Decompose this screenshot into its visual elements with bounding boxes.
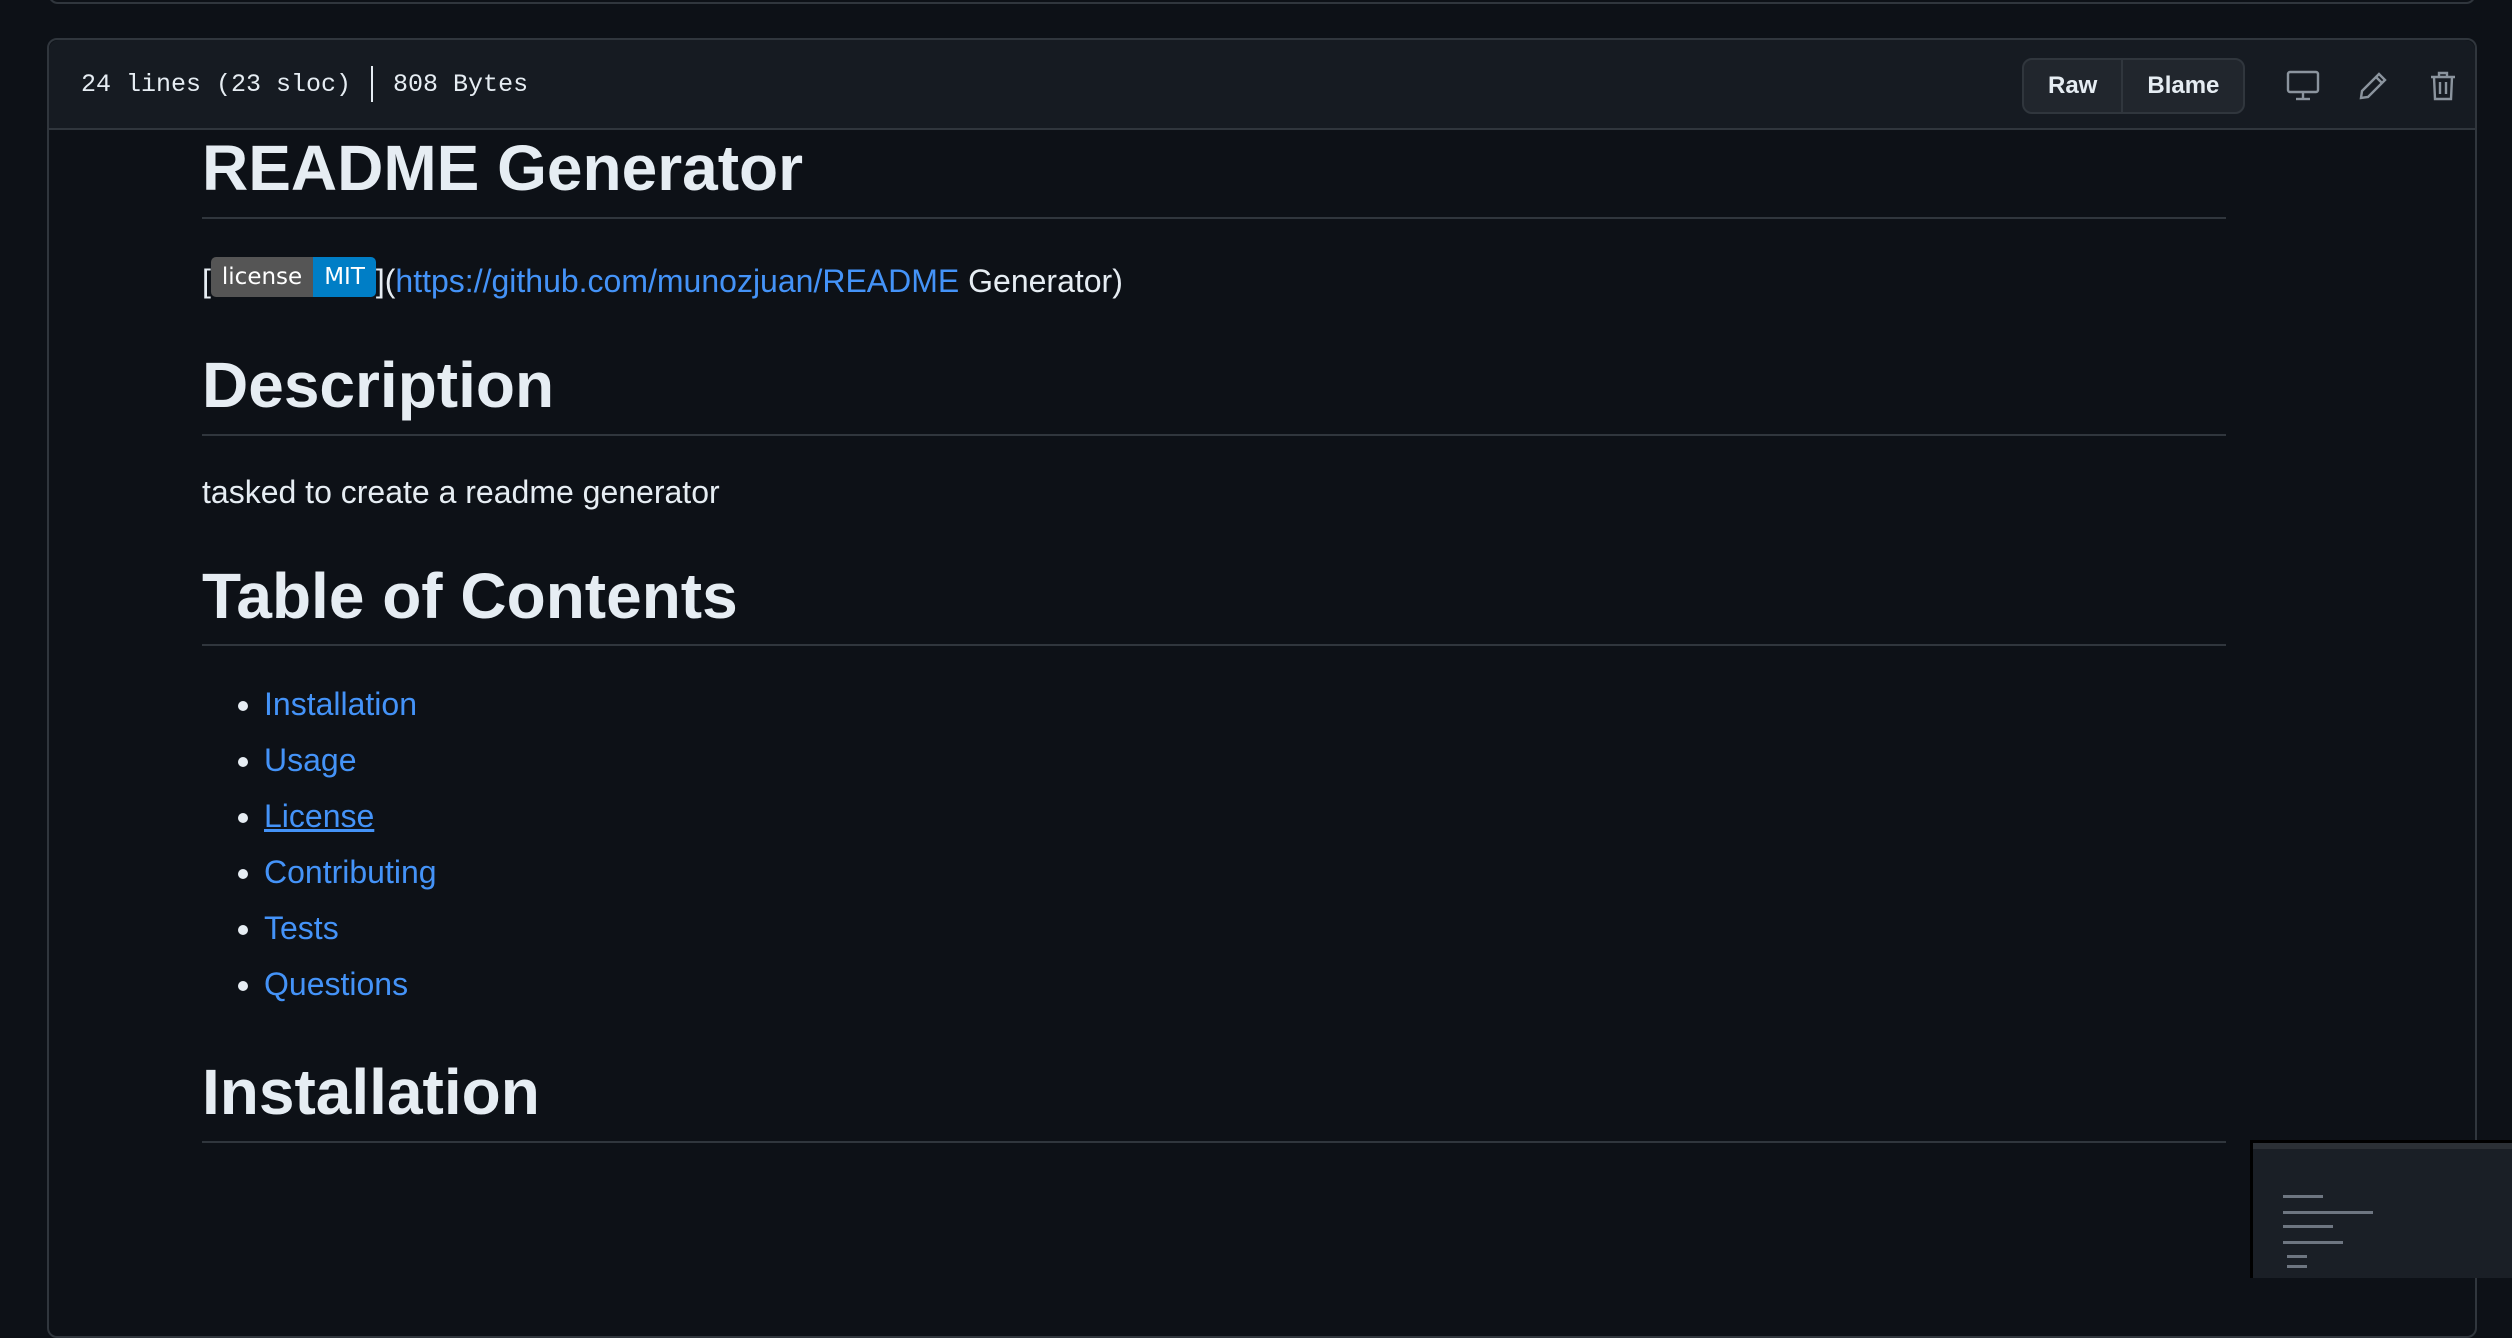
display-rich-button[interactable] [2279,62,2327,110]
toc-list: Installation Usage License Contributing … [202,676,2226,1012]
raw-blame-button-group: Raw Blame [2022,58,2246,114]
license-line: [license MIT](https://github.com/munozjua… [202,257,2226,305]
list-item: License [264,788,2226,844]
pencil-icon [2359,72,2387,100]
list-item: Installation [264,676,2226,732]
readme-content: README Generator [license MIT](https://gi… [202,130,2226,1144]
toc-link-installation[interactable]: Installation [264,686,417,722]
blame-button[interactable]: Blame [2121,60,2243,112]
info-divider [371,66,374,102]
raw-button[interactable]: Raw [2024,60,2121,112]
list-item: Questions [264,956,2226,1012]
line-count: 24 lines (23 sloc) [81,69,352,99]
file-size: 808 Bytes [393,69,529,99]
installation-heading: Installation [202,1054,2226,1144]
delete-file-button[interactable] [2419,62,2467,110]
toc-link-usage[interactable]: Usage [264,742,357,778]
screenshot-thumbnail[interactable] [2250,1140,2512,1278]
list-item: Contributing [264,844,2226,900]
toc-link-tests[interactable]: Tests [264,910,339,946]
description-heading: Description [202,347,2226,436]
file-header: 24 lines (23 sloc) 808 Bytes Raw Blame [49,40,2475,130]
list-item: Usage [264,732,2226,788]
desktop-icon [2286,70,2320,101]
previous-panel-frame [48,0,2476,4]
license-badge[interactable]: license MIT [210,257,376,298]
trash-icon [2431,71,2455,101]
toc-link-questions[interactable]: Questions [264,966,408,1002]
file-info: 24 lines (23 sloc) 808 Bytes [81,40,528,128]
repo-link[interactable]: https://github.com/munozjuan/README [395,263,959,299]
edit-file-button[interactable] [2349,62,2397,110]
toc-link-contributing[interactable]: Contributing [264,854,437,890]
description-text: tasked to create a readme generator [202,473,720,510]
toc-link-license[interactable]: License [264,798,374,834]
readme-title: README Generator [202,130,2226,219]
list-item: Tests [264,900,2226,956]
toc-heading: Table of Contents [202,558,2226,647]
